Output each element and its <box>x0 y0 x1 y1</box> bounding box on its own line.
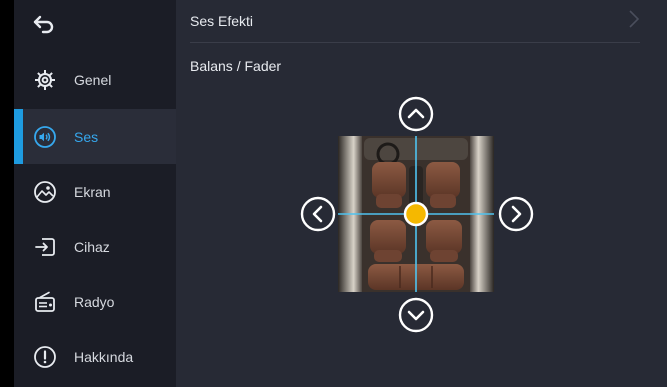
speaker-icon <box>32 124 58 150</box>
sidebar-item-cihaz[interactable]: Cihaz <box>14 219 176 274</box>
balance-fader-pad[interactable] <box>338 136 494 292</box>
sidebar-item-label: Hakkında <box>74 348 134 365</box>
balance-right-button[interactable] <box>498 196 534 232</box>
sidebar-item-label: Ekran <box>74 183 111 200</box>
fader-front-button[interactable] <box>398 96 434 132</box>
sidebar-item-ekran[interactable]: Ekran <box>14 164 176 219</box>
chevron-down-icon <box>398 297 434 333</box>
main-panel: Ses Efekti Balans / Fader <box>176 0 667 387</box>
chevron-right-icon <box>498 196 534 232</box>
back-button[interactable] <box>14 0 176 52</box>
sidebar-item-label: Genel <box>74 71 112 88</box>
gear-icon <box>32 67 58 93</box>
sidebar-item-genel[interactable]: Genel <box>14 52 176 107</box>
display-icon <box>32 179 58 205</box>
sidebar-item-ses[interactable]: Ses <box>14 109 176 164</box>
back-arrow-icon <box>32 14 56 39</box>
sound-effect-label: Ses Efekti <box>190 13 254 29</box>
info-icon <box>32 344 58 370</box>
chevron-right-icon <box>628 9 640 34</box>
sidebar-item-label: Cihaz <box>74 238 110 255</box>
chevron-up-icon <box>398 96 434 132</box>
sidebar-item-hakkinda[interactable]: Hakkında <box>14 329 176 384</box>
radio-icon <box>32 289 58 315</box>
fader-rear-button[interactable] <box>398 297 434 333</box>
balance-left-button[interactable] <box>300 196 336 232</box>
app-screen: Genel Ses Ekran Cihaz Radyo Hakkında Ses… <box>0 0 667 387</box>
sound-effect-row[interactable]: Ses Efekti <box>190 0 640 43</box>
sidebar-item-label: Ses <box>74 128 99 145</box>
sidebar-item-radyo[interactable]: Radyo <box>14 274 176 329</box>
device-input-icon <box>32 234 58 260</box>
chevron-left-icon <box>300 196 336 232</box>
car-top-view <box>338 136 494 292</box>
sidebar: Genel Ses Ekran Cihaz Radyo Hakkında <box>14 0 176 387</box>
section-title: Balans / Fader <box>190 58 282 74</box>
sidebar-item-label: Radyo <box>74 293 115 310</box>
